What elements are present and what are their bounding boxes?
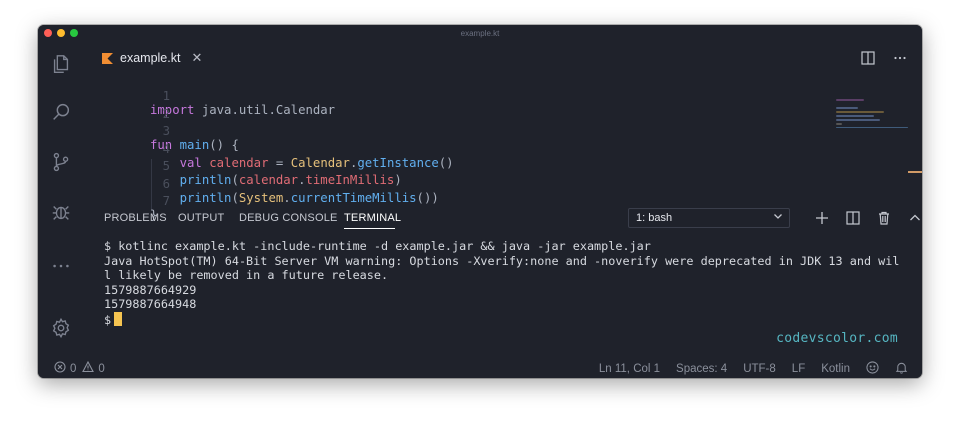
chevron-down-icon bbox=[773, 211, 783, 224]
panel-actions bbox=[806, 208, 922, 228]
cursor-position[interactable]: Ln 11, Col 1 bbox=[599, 363, 660, 375]
settings-gear-icon[interactable] bbox=[50, 317, 72, 339]
warning-icon bbox=[82, 360, 95, 376]
kotlin-file-icon bbox=[102, 52, 113, 64]
window-controls bbox=[44, 29, 78, 37]
terminal-shell-select[interactable]: 1: bash bbox=[628, 208, 790, 228]
add-terminal-icon[interactable] bbox=[806, 208, 837, 228]
code-editor[interactable]: 1 import java.util.Calendar 2 3 fun main… bbox=[84, 75, 922, 225]
tab-problems[interactable]: PROBLEMS bbox=[104, 212, 167, 224]
scrollbar-marker[interactable] bbox=[908, 171, 922, 173]
status-bar: 0 0 Ln 11, Col 1 Spaces: 4 UTF-8 LF Kotl… bbox=[38, 358, 922, 378]
minimap[interactable] bbox=[836, 99, 908, 139]
files-icon[interactable] bbox=[50, 53, 72, 75]
error-icon bbox=[54, 361, 66, 376]
maximize-window-button[interactable] bbox=[70, 29, 78, 37]
warning-count: 0 bbox=[98, 362, 105, 375]
tab-example-kt[interactable]: example.kt ✕ bbox=[94, 41, 210, 75]
close-window-button[interactable] bbox=[44, 29, 52, 37]
split-editor-icon[interactable] bbox=[860, 50, 876, 66]
editor-tab-bar: example.kt ✕ bbox=[84, 41, 922, 75]
terminal-line: 1579887664929 bbox=[104, 282, 197, 297]
code-line: 7 } bbox=[84, 180, 922, 222]
editor-actions bbox=[860, 50, 908, 66]
title-bar: example.kt bbox=[38, 25, 922, 41]
source-control-icon[interactable] bbox=[50, 151, 72, 173]
feedback-icon[interactable] bbox=[866, 361, 879, 377]
active-tab-indicator bbox=[344, 228, 395, 229]
language-mode[interactable]: Kotlin bbox=[821, 363, 850, 375]
activity-bar bbox=[38, 41, 84, 362]
minimize-window-button[interactable] bbox=[57, 29, 65, 37]
split-terminal-icon[interactable] bbox=[837, 208, 868, 228]
code-line: 5 println(calendar.timeInMillis) bbox=[84, 145, 922, 187]
notifications-bell-icon[interactable] bbox=[895, 361, 908, 377]
tab-terminal[interactable]: TERMINAL bbox=[344, 212, 401, 224]
tab-output[interactable]: OUTPUT bbox=[178, 212, 224, 224]
end-of-line[interactable]: LF bbox=[792, 363, 805, 375]
debug-icon[interactable] bbox=[50, 201, 72, 223]
code-line: 3 fun main() { bbox=[84, 110, 922, 152]
terminal-line: Java HotSpot(TM) 64-Bit Server VM warnin… bbox=[104, 253, 900, 268]
more-icon[interactable] bbox=[50, 255, 72, 277]
error-count: 0 bbox=[70, 362, 77, 375]
chevron-up-icon[interactable] bbox=[899, 208, 922, 228]
terminal-line: $ kotlinc example.kt -include-runtime -d… bbox=[104, 239, 651, 253]
code-line: 6 println(System.currentTimeMillis()) bbox=[84, 163, 922, 205]
indentation[interactable]: Spaces: 4 bbox=[676, 363, 727, 375]
terminal-output[interactable]: $ kotlinc example.kt -include-runtime -d… bbox=[104, 239, 900, 339]
tab-label: example.kt bbox=[120, 51, 181, 65]
terminal-line: 1579887664948 bbox=[104, 297, 197, 312]
terminal-cursor bbox=[114, 311, 123, 326]
shell-select-value: 1: bash bbox=[636, 212, 673, 224]
watermark: codevscolor.com bbox=[776, 331, 898, 346]
close-icon[interactable]: ✕ bbox=[191, 50, 202, 66]
status-bar-right: Ln 11, Col 1 Spaces: 4 UTF-8 LF Kotlin bbox=[599, 361, 908, 377]
problems-indicator[interactable]: 0 0 bbox=[54, 360, 105, 376]
prompt: $ bbox=[104, 312, 112, 327]
search-icon[interactable] bbox=[50, 101, 72, 123]
panel-tab-bar: PROBLEMS OUTPUT DEBUG CONSOLE TERMINAL 1… bbox=[84, 205, 922, 231]
vscode-window: example.kt example.kt ✕ 1 import java.ut… bbox=[38, 25, 922, 378]
code-line: 4 val calendar = Calendar.getInstance() bbox=[84, 128, 922, 170]
trash-icon[interactable] bbox=[868, 208, 899, 228]
tab-debug-console[interactable]: DEBUG CONSOLE bbox=[239, 212, 338, 224]
terminal-prompt-line[interactable]: $ bbox=[104, 311, 894, 328]
window-title: example.kt bbox=[460, 28, 500, 38]
terminal-line: l likely be removed in a future release. bbox=[104, 268, 389, 283]
more-actions-icon[interactable] bbox=[892, 50, 908, 66]
code-line: 1 import java.util.Calendar bbox=[84, 75, 922, 117]
encoding[interactable]: UTF-8 bbox=[743, 363, 776, 375]
code-line: 2 bbox=[84, 93, 922, 121]
